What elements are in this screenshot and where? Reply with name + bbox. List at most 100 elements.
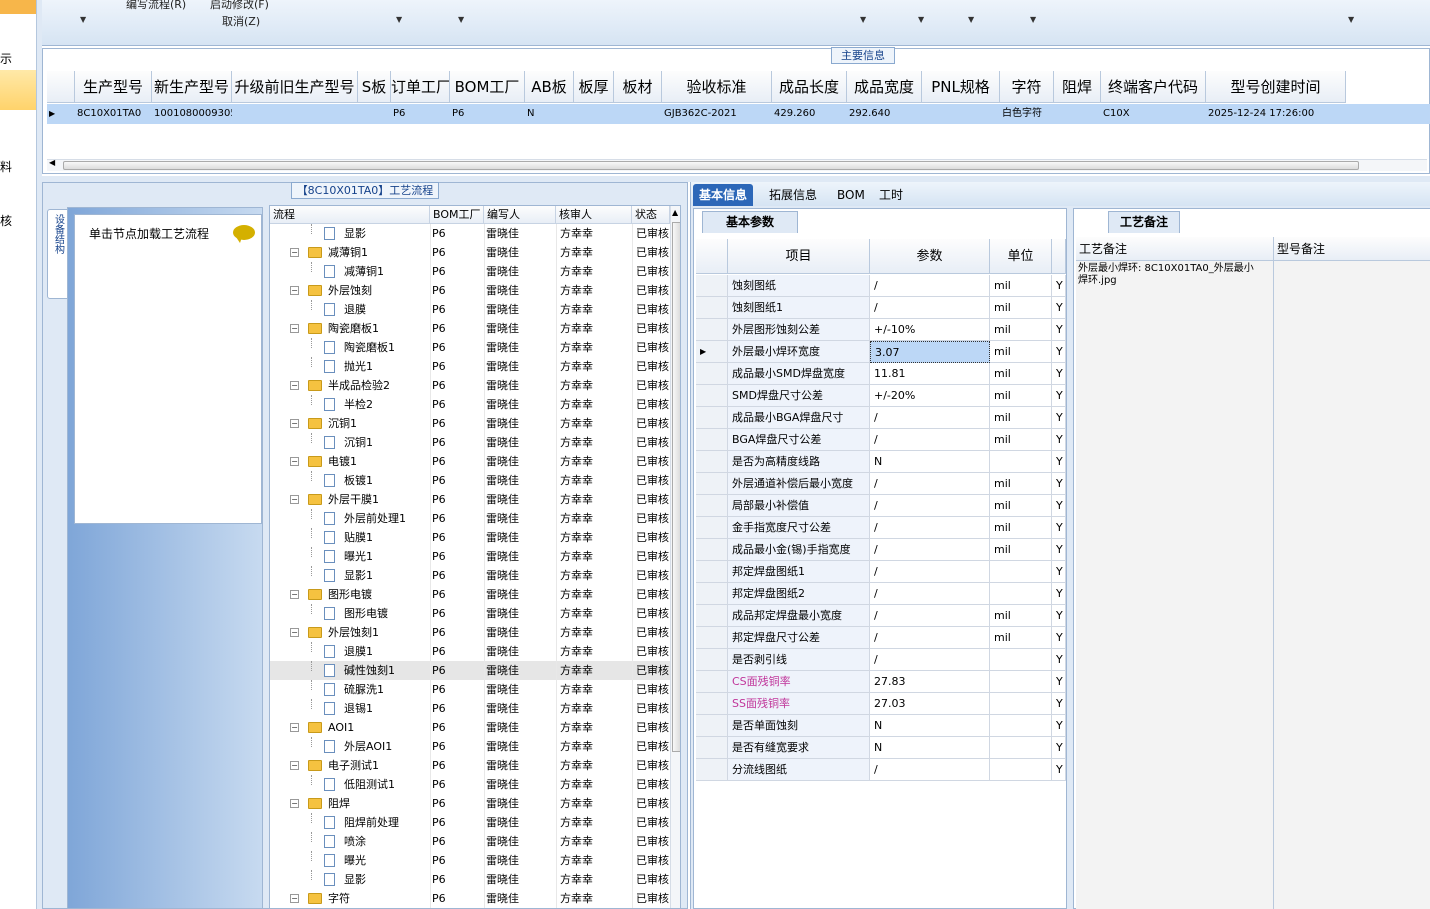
main-info-cell[interactable]: 白色字符	[1002, 104, 1054, 124]
tab-basic-info[interactable]: 基本信息	[693, 184, 754, 206]
param-row[interactable]: 邦定焊盘图纸2/ Y	[696, 583, 1066, 605]
main-info-cell[interactable]	[924, 104, 1000, 124]
param-value-cell[interactable]: 27.83	[870, 671, 990, 693]
expand-toggle-icon[interactable]: −	[290, 761, 299, 770]
main-info-cell[interactable]: N	[527, 104, 574, 124]
column-header[interactable]: S板	[358, 71, 391, 103]
tab-extended-info[interactable]: 拓展信息	[763, 184, 823, 206]
param-row[interactable]: 是否为高精度线路 N Y	[696, 451, 1066, 473]
param-row[interactable]: 邦定焊盘尺寸公差 / mil Y	[696, 627, 1066, 649]
main-info-cell[interactable]: 8C10X01TA0	[77, 104, 152, 124]
dropdown-arrow-icon[interactable]: ▼	[860, 15, 866, 24]
param-row[interactable]: BGA焊盘尺寸公差 / mil Y	[696, 429, 1066, 451]
main-info-cell[interactable]: 429.260	[774, 104, 847, 124]
param-value-cell[interactable]: /	[870, 297, 990, 319]
expand-toggle-icon[interactable]: −	[290, 248, 299, 257]
dropdown-arrow-icon[interactable]: ▼	[1030, 15, 1036, 24]
expand-toggle-icon[interactable]: −	[290, 628, 299, 637]
column-header[interactable]: 板材	[614, 71, 662, 103]
column-header[interactable]: 生产型号	[75, 71, 152, 103]
tree-row[interactable]: 半检2 P6 雷晓佳 方幸幸 已审核	[270, 395, 670, 414]
tree-row[interactable]: − 外层蚀刻 P6 雷晓佳 方幸幸 已审核	[270, 281, 670, 300]
param-value-cell[interactable]: /	[870, 759, 990, 781]
tree-row[interactable]: 退膜 P6 雷晓佳 方幸幸 已审核	[270, 300, 670, 319]
tree-row[interactable]: 低阻测试1 P6 雷晓佳 方幸幸 已审核	[270, 775, 670, 794]
param-row[interactable]: 成品最小BGA焊盘尺寸 / mil Y	[696, 407, 1066, 429]
param-value-cell[interactable]: 11.81	[870, 363, 990, 385]
param-value-cell[interactable]: /	[870, 275, 990, 297]
expand-toggle-icon[interactable]: −	[290, 286, 299, 295]
param-row[interactable]: SMD焊盘尺寸公差 +/-20% mil Y	[696, 385, 1066, 407]
tree-row[interactable]: 退锡1 P6 雷晓佳 方幸幸 已审核	[270, 699, 670, 718]
tree-row[interactable]: − 减薄铜1 P6 雷晓佳 方幸幸 已审核	[270, 243, 670, 262]
tab-bom[interactable]: BOM	[831, 184, 871, 206]
param-value-cell[interactable]: /	[870, 539, 990, 561]
param-row[interactable]: 局部最小补偿值 / mil Y	[696, 495, 1066, 517]
tree-row[interactable]: 板镀1 P6 雷晓佳 方幸幸 已审核	[270, 471, 670, 490]
param-row[interactable]: CS面残铜率 27.83 Y	[696, 671, 1066, 693]
tree-row[interactable]: 喷涂 P6 雷晓佳 方幸幸 已审核	[270, 832, 670, 851]
param-value-cell[interactable]: /	[870, 473, 990, 495]
tree-row[interactable]: 退膜1 P6 雷晓佳 方幸幸 已审核	[270, 642, 670, 661]
tree-row[interactable]: 抛光1 P6 雷晓佳 方幸幸 已审核	[270, 357, 670, 376]
tree-row[interactable]: 显影 P6 雷晓佳 方幸幸 已审核	[270, 224, 670, 243]
tree-row[interactable]: − 阻焊 P6 雷晓佳 方幸幸 已审核	[270, 794, 670, 813]
tree-row[interactable]: 显影1 P6 雷晓佳 方幸幸 已审核	[270, 566, 670, 585]
nav-item-3[interactable]: 核	[0, 212, 12, 229]
param-column-header[interactable]: 参数	[870, 239, 990, 274]
expand-toggle-icon[interactable]: −	[290, 419, 299, 428]
param-row[interactable]: 成品邦定焊盘最小宽度 / mil Y	[696, 605, 1066, 627]
scroll-up-icon[interactable]: ▲	[672, 208, 678, 217]
expand-toggle-icon[interactable]: −	[290, 324, 299, 333]
tree-row[interactable]: − 电镀1 P6 雷晓佳 方幸幸 已审核	[270, 452, 670, 471]
start-modify-button[interactable]: 启动修改(F)	[210, 0, 269, 12]
column-header[interactable]: 订单工厂	[391, 71, 450, 103]
dropdown-arrow-icon[interactable]: ▼	[396, 15, 402, 24]
main-info-cell[interactable]: C10X	[1103, 104, 1206, 124]
param-value-cell[interactable]: +/-10%	[870, 319, 990, 341]
column-header[interactable]: 验收标准	[662, 71, 772, 103]
param-row[interactable]: SS面残铜率 27.03 Y	[696, 693, 1066, 715]
main-info-cell[interactable]	[360, 104, 391, 124]
param-row[interactable]: 邦定焊盘图纸1/ Y	[696, 561, 1066, 583]
tree-row[interactable]: − 字符 P6 雷晓佳 方幸幸 已审核	[270, 889, 670, 908]
dropdown-arrow-icon[interactable]: ▼	[80, 15, 86, 24]
param-value-cell[interactable]: +/-20%	[870, 385, 990, 407]
tree-row[interactable]: − 图形电镀 P6 雷晓佳 方幸幸 已审核	[270, 585, 670, 604]
main-info-cell[interactable]	[616, 104, 662, 124]
param-value-cell[interactable]: /	[870, 429, 990, 451]
expand-toggle-icon[interactable]: −	[290, 799, 299, 808]
param-row[interactable]: 外层图形蚀刻公差 +/-10% mil Y	[696, 319, 1066, 341]
nav-item-2[interactable]: 料	[0, 158, 12, 175]
column-header[interactable]: 型号创建时间	[1206, 71, 1346, 103]
param-value-cell[interactable]: /	[870, 517, 990, 539]
tree-row[interactable]: 曝光 P6 雷晓佳 方幸幸 已审核	[270, 851, 670, 870]
tree-column-header[interactable]: 核审人	[556, 206, 632, 224]
tree-column-header[interactable]: 状态	[632, 206, 670, 224]
param-row[interactable]: 蚀刻图纸 / mil Y	[696, 275, 1066, 297]
dropdown-arrow-icon[interactable]: ▼	[968, 15, 974, 24]
column-header[interactable]: 新生产型号	[152, 71, 232, 103]
param-value-cell[interactable]: /	[870, 583, 990, 605]
scroll-thumb[interactable]	[63, 161, 1359, 170]
param-column-header[interactable]: 项目	[728, 239, 870, 274]
param-row[interactable]: 蚀刻图纸1/mil Y	[696, 297, 1066, 319]
expand-toggle-icon[interactable]: −	[290, 723, 299, 732]
scroll-left-icon[interactable]: ◀	[49, 158, 55, 167]
tree-row[interactable]: 图形电镀 P6 雷晓佳 方幸幸 已审核	[270, 604, 670, 623]
tree-column-header[interactable]: 编写人	[484, 206, 556, 224]
param-value-cell[interactable]: N	[870, 451, 990, 473]
tree-row[interactable]: 贴膜1 P6 雷晓佳 方幸幸 已审核	[270, 528, 670, 547]
main-info-cell[interactable]	[1056, 104, 1101, 124]
param-value-cell[interactable]: N	[870, 737, 990, 759]
column-header[interactable]: 升级前旧生产型号	[232, 71, 358, 103]
tree-row[interactable]: − 半成品检验2 P6 雷晓佳 方幸幸 已审核	[270, 376, 670, 395]
tree-row[interactable]: 碱性蚀刻1 P6 雷晓佳 方幸幸 已审核	[270, 661, 670, 680]
param-value-cell[interactable]: 27.03	[870, 693, 990, 715]
tree-row[interactable]: 外层AOI1 P6 雷晓佳 方幸幸 已审核	[270, 737, 670, 756]
column-header[interactable]: BOM工厂	[450, 71, 525, 103]
dropdown-arrow-icon[interactable]: ▼	[1348, 15, 1354, 24]
tab-work-hours[interactable]: 工时	[873, 184, 909, 206]
tree-row[interactable]: 沉铜1 P6 雷晓佳 方幸幸 已审核	[270, 433, 670, 452]
tree-row[interactable]: − 陶瓷磨板1 P6 雷晓佳 方幸幸 已审核	[270, 319, 670, 338]
